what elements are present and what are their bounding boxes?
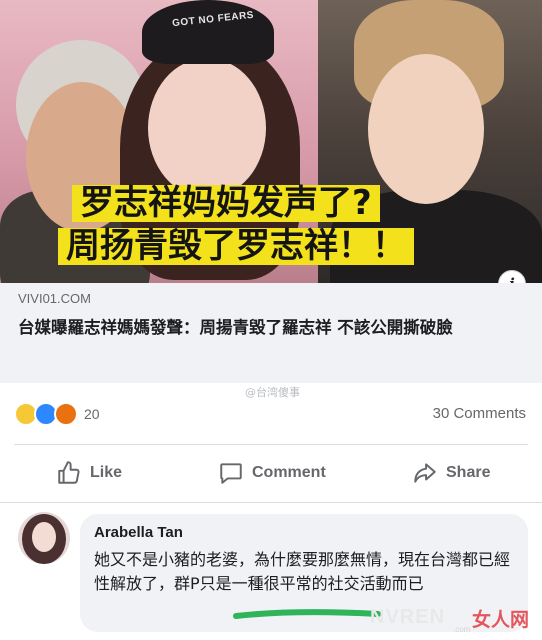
like-label: Like xyxy=(90,464,123,481)
overlay-caption-line2: 周扬青毁了罗志祥！！ xyxy=(58,227,414,266)
comment-icon xyxy=(220,463,242,484)
site-watermark: NVREN xyxy=(370,606,446,628)
comment-label: Comment xyxy=(252,464,326,481)
site-watermark-sub: .com xyxy=(453,625,471,634)
link-preview[interactable]: VIVI01.COM 台媒曝羅志祥媽媽發聲：周揚青毀了羅志祥 不該公開撕破臉 xyxy=(0,283,542,383)
weibo-watermark: @台湾傻事 xyxy=(245,386,300,399)
post-image[interactable]: GOT NO FEARS 罗志祥妈妈发声了? 周扬青毁了罗志祥！！ xyxy=(0,0,542,283)
like-button[interactable]: Like xyxy=(56,455,122,491)
comment-button[interactable]: Comment xyxy=(218,455,326,491)
young-woman-face xyxy=(148,58,266,198)
link-domain: VIVI01.COM xyxy=(18,291,91,306)
site-watermark-cn: 女人网 xyxy=(472,609,530,631)
comment-author[interactable]: Arabella Tan xyxy=(94,524,183,541)
comments-count-link[interactable]: 30 Comments xyxy=(433,405,526,422)
black-cap xyxy=(142,0,274,64)
reaction-summary[interactable]: 20 xyxy=(14,402,100,426)
action-bar: Like Comment Share xyxy=(0,455,542,491)
avatar-face xyxy=(32,522,56,552)
reaction-count: 20 xyxy=(84,406,100,422)
overlay-caption-line1: 罗志祥妈妈发声了? xyxy=(72,184,380,223)
angry-icon xyxy=(54,402,78,426)
divider xyxy=(14,444,528,445)
green-underline-mark xyxy=(233,609,381,619)
share-label: Share xyxy=(446,464,491,481)
share-icon xyxy=(414,463,436,483)
thumbs-up-icon xyxy=(58,461,80,484)
young-man-face xyxy=(368,54,484,204)
link-headline[interactable]: 台媒曝羅志祥媽媽發聲：周揚青毀了羅志祥 不該公開撕破臉 xyxy=(18,315,518,340)
avatar[interactable] xyxy=(18,512,70,564)
comment-text: 她又不是小豬的老婆，為什麼要那麼無情，現在台灣都已經性解放了，群P只是一種很平常… xyxy=(94,550,511,593)
divider xyxy=(0,502,542,503)
share-button[interactable]: Share xyxy=(412,455,490,491)
